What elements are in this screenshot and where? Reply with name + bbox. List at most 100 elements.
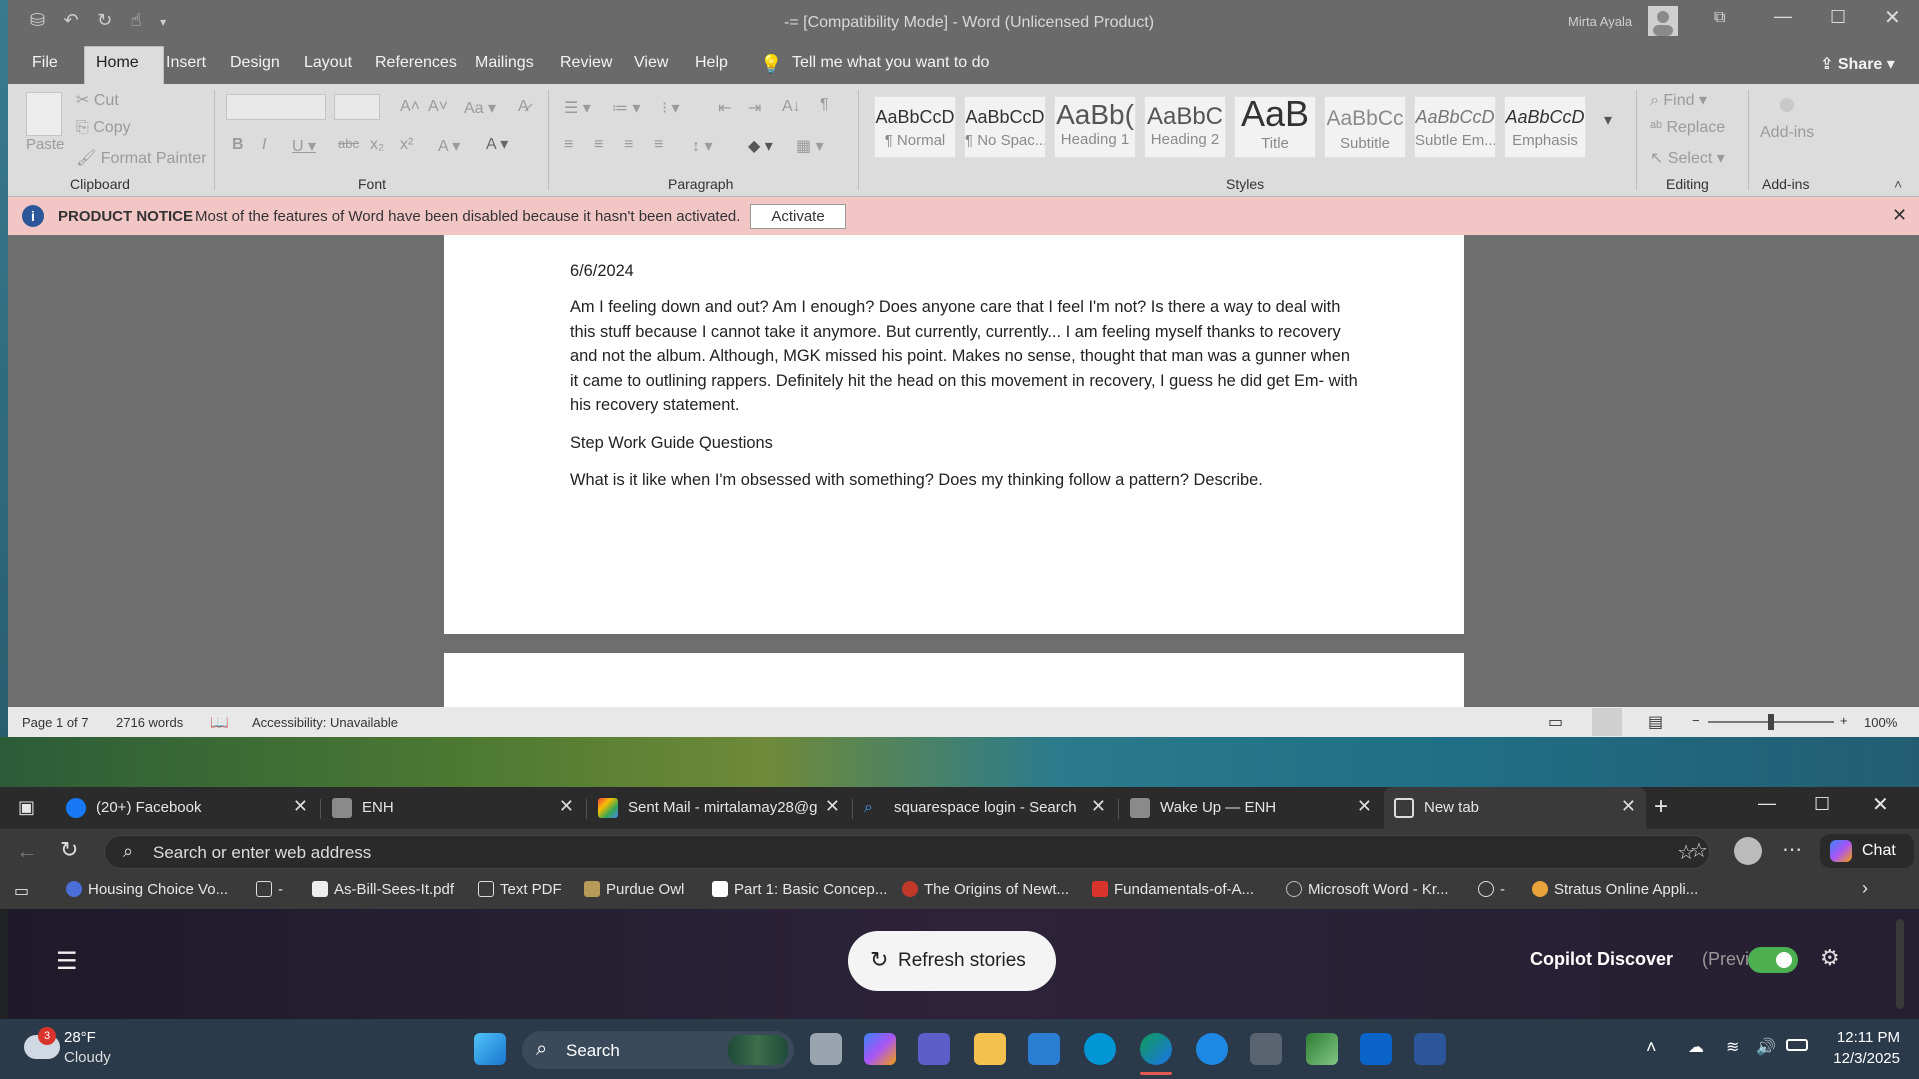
style-subtle-emphasis[interactable]: AaBbCcD Subtle Em... — [1414, 96, 1496, 158]
font-name-box[interactable] — [226, 94, 326, 120]
favorite-item[interactable]: - — [1478, 881, 1505, 898]
browser-tab[interactable]: Sent Mail - mirtalamay28@g ✕ — [588, 787, 850, 829]
accessibility-status[interactable]: Accessibility: Unavailable — [252, 715, 398, 730]
help-icon[interactable] — [1196, 1033, 1228, 1065]
italic-icon[interactable]: I — [262, 136, 266, 154]
wifi-icon[interactable]: ≋ — [1726, 1037, 1739, 1057]
menu-icon[interactable]: ☰ — [56, 947, 78, 976]
favorite-item[interactable]: The Origins of Newt... — [902, 881, 1069, 898]
align-right-icon[interactable]: ≡ — [624, 136, 633, 154]
touch-mode-icon[interactable]: ☝ — [131, 10, 142, 30]
teams-icon[interactable] — [918, 1033, 950, 1065]
browser-maximize-button[interactable]: ☐ — [1814, 794, 1830, 815]
zoom-in-icon[interactable]: + — [1840, 713, 1848, 728]
back-icon[interactable]: ← — [16, 838, 38, 864]
clear-formatting-icon[interactable]: A̷ — [518, 98, 529, 116]
font-size-box[interactable] — [334, 94, 380, 120]
replace-button[interactable]: ᵃᵇ Replace — [1650, 119, 1725, 137]
format-painter-button[interactable]: 🖌 Format Painter — [76, 148, 207, 168]
share-button[interactable]: ⇪ Share ▾ — [1820, 54, 1895, 74]
show-formatting-icon[interactable]: ¶ — [820, 96, 829, 114]
tab-home[interactable]: Home — [96, 54, 139, 72]
weather-temp[interactable]: 28°F — [64, 1029, 96, 1046]
tab-view[interactable]: View — [634, 54, 668, 72]
underline-icon[interactable]: U ▾ — [292, 136, 316, 156]
style-no-spacing[interactable]: AaBbCcD ¶ No Spac... — [964, 96, 1046, 158]
tab-design[interactable]: Design — [230, 54, 280, 72]
chevron-up-icon[interactable]: ˄ — [1646, 1037, 1657, 1058]
document-page[interactable] — [444, 653, 1464, 707]
volume-icon[interactable]: 🔊 — [1756, 1037, 1776, 1057]
addins-button[interactable]: Add-ins — [1760, 124, 1814, 142]
browser-close-button[interactable]: ✕ — [1872, 792, 1889, 817]
text-effects-icon[interactable]: A ▾ — [438, 136, 460, 156]
word-count[interactable]: 2716 words — [116, 715, 183, 730]
redo-icon[interactable]: ↻ — [97, 10, 112, 30]
paste-icon[interactable] — [26, 92, 62, 136]
favorite-item[interactable]: Fundamentals-of-A... — [1092, 881, 1254, 898]
undo-icon[interactable]: ↶ — [64, 10, 79, 30]
edge-icon[interactable] — [1140, 1033, 1172, 1065]
change-case-icon[interactable]: Aa ▾ — [464, 98, 496, 118]
favorite-item[interactable]: Housing Choice Vo... — [66, 881, 228, 898]
close-tab-icon[interactable]: ✕ — [559, 796, 574, 817]
find-button[interactable]: ⌕ Find ▾ — [1650, 90, 1707, 110]
close-button[interactable]: ✕ — [1884, 5, 1901, 30]
onedrive-icon[interactable]: ☁ — [1688, 1037, 1704, 1057]
file-explorer-icon[interactable] — [974, 1033, 1006, 1065]
copilot-icon[interactable] — [864, 1033, 896, 1065]
numbering-icon[interactable]: ≔ ▾ — [612, 98, 640, 118]
clock-date[interactable]: 12/3/2025 — [1826, 1050, 1900, 1067]
zoom-slider-thumb[interactable] — [1768, 714, 1774, 730]
customize-qat-icon[interactable]: ▾ — [160, 15, 166, 29]
favorite-item[interactable]: Microsoft Word - Kr... — [1286, 881, 1449, 898]
battery-icon[interactable] — [1786, 1039, 1808, 1051]
decrease-indent-icon[interactable]: ⇤ — [718, 98, 731, 118]
page-count[interactable]: Page 1 of 7 — [22, 715, 89, 730]
document-page[interactable]: 6/6/2024 Am I feeling down and out? Am I… — [444, 235, 1464, 634]
profile-icon[interactable] — [1734, 837, 1762, 865]
settings-gear-icon[interactable]: ⚙ — [1820, 945, 1840, 971]
sort-icon[interactable]: A↓ — [782, 98, 801, 116]
style-title[interactable]: AaB Title — [1234, 93, 1316, 158]
tab-layout[interactable]: Layout — [304, 54, 352, 72]
avatar[interactable] — [1648, 6, 1678, 36]
hp-icon[interactable] — [1084, 1033, 1116, 1065]
tab-help[interactable]: Help — [695, 54, 728, 72]
select-button[interactable]: ↖ Select ▾ — [1650, 148, 1725, 168]
cut-button[interactable]: ✂ Cut — [76, 90, 119, 110]
tab-actions-icon[interactable]: ▣ — [18, 797, 35, 818]
subscript-icon[interactable]: x₂ — [370, 136, 384, 154]
style-heading-2[interactable]: AaBbC Heading 2 — [1144, 96, 1226, 158]
scrollbar[interactable] — [1896, 919, 1904, 1009]
style-heading-1[interactable]: AaBb(Heading 1 — [1054, 96, 1136, 158]
favorite-item[interactable]: As-Bill-Sees-It.pdf — [312, 881, 454, 898]
align-center-icon[interactable]: ≡ — [594, 136, 603, 154]
new-tab-button[interactable]: + — [1654, 793, 1668, 821]
tab-references[interactable]: References — [375, 54, 457, 72]
addins-icon[interactable] — [1780, 98, 1794, 112]
taskbar-search[interactable]: ⌕ Search — [522, 1031, 794, 1069]
tab-insert[interactable]: Insert — [166, 54, 206, 72]
font-color-icon[interactable]: A ▾ — [486, 134, 508, 154]
maximize-button[interactable]: ☐ — [1830, 7, 1846, 28]
justify-icon[interactable]: ≡ — [654, 136, 663, 154]
tell-me-search[interactable]: Tell me what you want to do — [792, 54, 989, 72]
more-options-icon[interactable]: ⋯ — [1782, 837, 1802, 862]
proofing-icon[interactable]: 📖 — [210, 713, 229, 731]
line-spacing-icon[interactable]: ↕ ▾ — [692, 136, 712, 156]
clock-time[interactable]: 12:11 PM — [1826, 1029, 1900, 1046]
style-normal[interactable]: AaBbCcD ¶ Normal — [874, 96, 956, 158]
favorite-folder[interactable]: Text PDF — [478, 881, 562, 898]
bold-icon[interactable]: B — [232, 136, 244, 154]
read-mode-icon[interactable]: ▭ — [1548, 712, 1563, 732]
zoom-out-icon[interactable]: − — [1692, 713, 1700, 728]
minimize-button[interactable]: — — [1774, 6, 1792, 27]
start-button[interactable] — [474, 1033, 506, 1065]
task-view-icon[interactable] — [810, 1033, 842, 1065]
activate-button[interactable]: Activate — [750, 204, 846, 229]
browser-minimize-button[interactable]: — — [1758, 793, 1776, 814]
shrink-font-icon[interactable]: A˅ — [428, 98, 448, 116]
zoom-level[interactable]: 100% — [1864, 715, 1897, 730]
browser-tab[interactable]: Wake Up — ENH ✕ — [1120, 787, 1382, 829]
